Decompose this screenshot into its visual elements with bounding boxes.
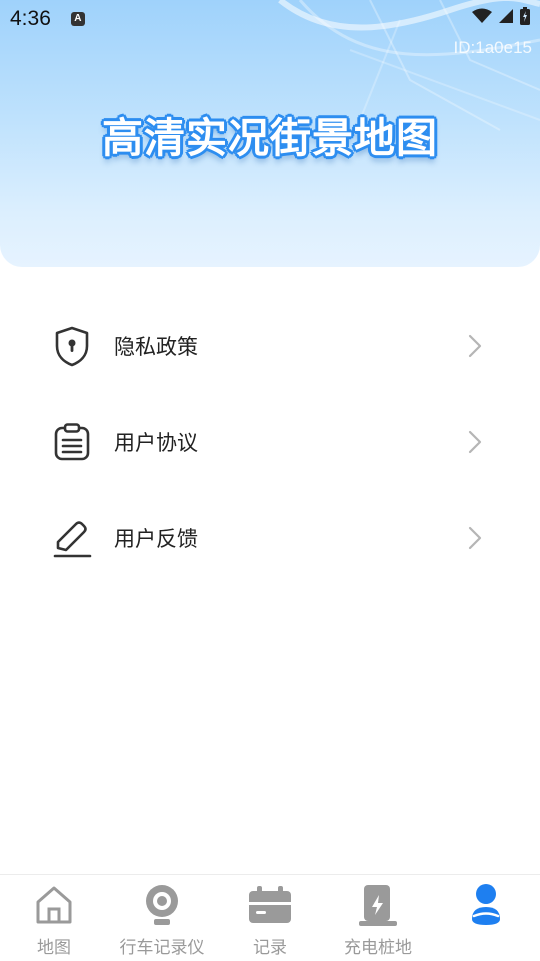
menu-item-label: 隐私政策 xyxy=(114,335,198,359)
menu-item-privacy-policy[interactable]: 隐私政策 xyxy=(0,298,540,394)
nav-label: 记录 xyxy=(253,938,287,958)
menu-item-label: 用户协议 xyxy=(114,431,198,455)
banner-title: 高清实况街景地图 xyxy=(102,114,438,162)
battery-icon xyxy=(520,7,530,25)
nav-label: 行车记录仪 xyxy=(119,938,205,958)
nav-item-profile[interactable] xyxy=(432,875,540,961)
header-banner: 4:36 A ID:1a0e15 高清实况街景地图 xyxy=(0,0,540,267)
webcam-icon xyxy=(139,883,185,927)
nav-item-map[interactable]: 地图 xyxy=(0,875,108,961)
nav-item-dashcam[interactable]: 行车记录仪 xyxy=(108,875,216,961)
nav-item-charging[interactable]: 充电桩地 xyxy=(324,875,432,961)
settings-menu: 隐私政策 用户协议 用户反馈 xyxy=(0,298,540,586)
user-icon xyxy=(463,883,509,927)
device-id: ID:1a0e15 xyxy=(453,38,532,57)
notification-a-icon: A xyxy=(70,12,85,26)
home-icon xyxy=(31,883,77,927)
chevron-right-icon xyxy=(468,526,482,550)
nav-item-records[interactable]: 记录 xyxy=(216,875,324,961)
menu-item-user-feedback[interactable]: 用户反馈 xyxy=(0,490,540,586)
status-bar: 4:36 A xyxy=(0,0,540,38)
bottom-nav: 地图 行车记录仪 记录 充电桩地 xyxy=(0,874,540,961)
signal-icon xyxy=(499,9,513,23)
wifi-icon xyxy=(472,8,492,23)
clipboard-icon xyxy=(52,422,92,462)
menu-item-label: 用户反馈 xyxy=(114,527,198,551)
menu-item-user-agreement[interactable]: 用户协议 xyxy=(0,394,540,490)
pencil-icon xyxy=(52,518,92,558)
charging-pile-icon xyxy=(355,883,401,927)
chevron-right-icon xyxy=(468,430,482,454)
calendar-icon xyxy=(247,883,293,927)
shield-lock-icon xyxy=(52,326,92,367)
nav-label: 地图 xyxy=(37,938,71,958)
status-time: 4:36 xyxy=(10,7,51,30)
chevron-right-icon xyxy=(468,334,482,358)
nav-label: 充电桩地 xyxy=(344,938,412,958)
